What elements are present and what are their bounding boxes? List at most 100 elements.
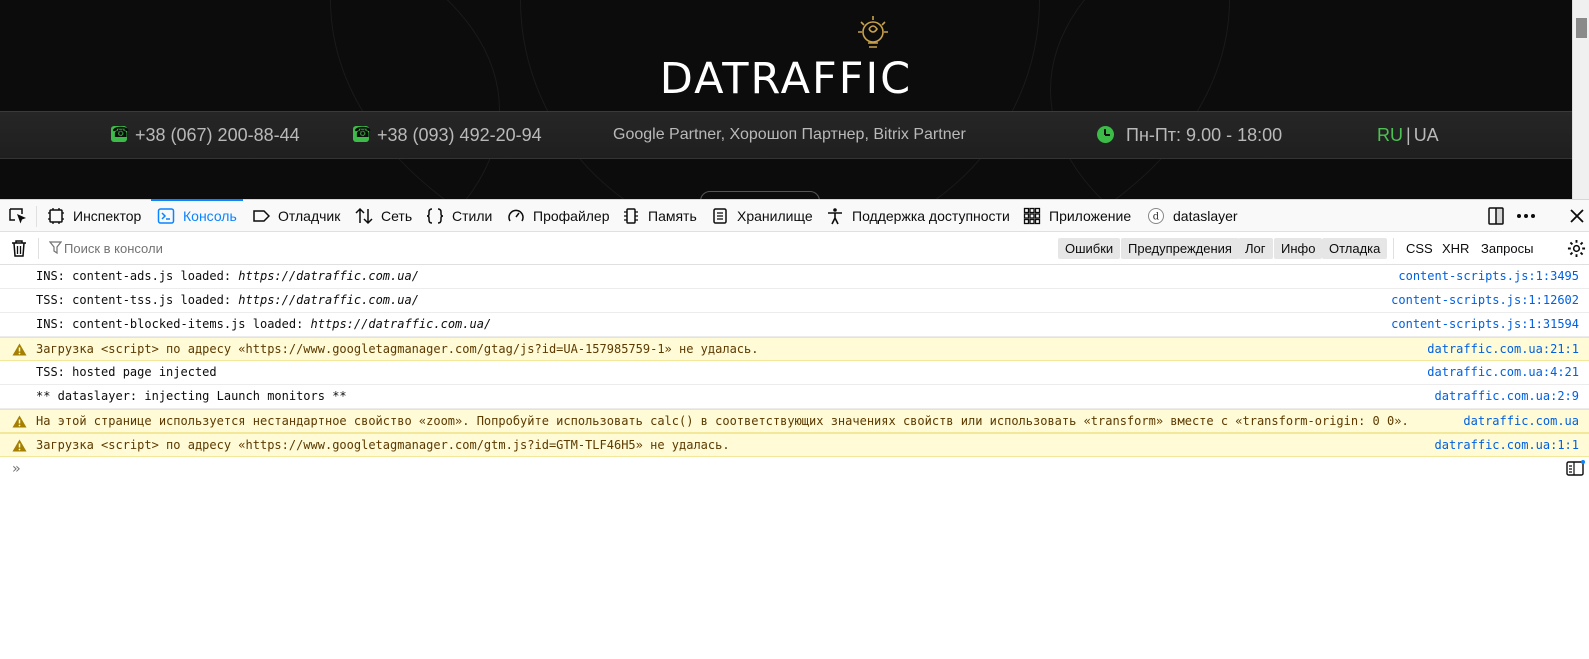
- tab-dataslayer[interactable]: d dataslayer: [1147, 200, 1238, 232]
- tab-debugger[interactable]: Отладчик: [252, 200, 340, 232]
- filter-warnings-button[interactable]: Предупреждения: [1121, 238, 1239, 259]
- phone-2[interactable]: +38 (093) 492-20-94: [353, 124, 542, 146]
- warning-text: Загрузка <script> по адресу «https://www…: [36, 438, 730, 452]
- tab-style-editor[interactable]: Стили: [426, 200, 492, 232]
- nav-pill-button[interactable]: [700, 191, 820, 199]
- tab-inspector[interactable]: Инспектор: [47, 200, 141, 232]
- console-message: TSS: hosted page injected datraffic.com.…: [0, 361, 1589, 385]
- console-search-input[interactable]: [64, 238, 464, 259]
- filter-separator: [38, 238, 39, 259]
- tab-accessibility[interactable]: Поддержка доступности: [826, 200, 1010, 232]
- tab-profiler-label: Профайлер: [533, 208, 610, 224]
- filter-debug-button[interactable]: Отладка: [1322, 238, 1388, 259]
- console-message: INS: content-blocked-items.js loaded: ht…: [0, 313, 1589, 337]
- toolbar-separator: [36, 206, 37, 227]
- tab-network-label: Сеть: [381, 208, 413, 224]
- element-picker-icon[interactable]: [8, 206, 28, 226]
- message-source-link[interactable]: datraffic.com.ua: [1463, 410, 1579, 432]
- message-source-link[interactable]: datraffic.com.ua:21:1: [1427, 338, 1579, 360]
- message-text: TSS: content-tss.js loaded: https://datr…: [36, 289, 419, 311]
- console-warning: Загрузка <script> по адресу «https://www…: [0, 433, 1589, 457]
- filter-errors-button[interactable]: Ошибки: [1058, 238, 1121, 259]
- editor-mode-toggle-icon[interactable]: [1566, 460, 1585, 477]
- close-devtools-icon[interactable]: [1567, 206, 1587, 226]
- svg-text:d: d: [1153, 212, 1160, 223]
- message-source-link[interactable]: content-scripts.js:1:3495: [1398, 265, 1579, 287]
- working-hours-text: Пн-Пт: 9.00 - 18:00: [1126, 125, 1283, 145]
- console-warning: На этой странице используется нестандарт…: [0, 409, 1589, 433]
- tab-dataslayer-label: dataslayer: [1173, 208, 1238, 224]
- memory-icon: [624, 208, 638, 224]
- message-source-link[interactable]: content-scripts.js:1:12602: [1391, 289, 1579, 311]
- filter-xhr-button[interactable]: XHR: [1435, 238, 1476, 259]
- console-settings-gear-icon[interactable]: [1567, 239, 1586, 258]
- application-icon: [1023, 207, 1041, 225]
- tab-memory-label: Память: [648, 208, 697, 224]
- console-message: TSS: content-tss.js loaded: https://datr…: [0, 289, 1589, 313]
- message-text: TSS: hosted page injected: [36, 365, 217, 379]
- language-switcher: RU | UA: [1377, 125, 1439, 146]
- tab-style-editor-label: Стили: [452, 208, 493, 224]
- warning-icon: [12, 439, 27, 452]
- accessibility-icon: [828, 208, 842, 225]
- page-scrollbar-thumb[interactable]: [1576, 18, 1587, 38]
- phone-1-text: +38 (067) 200-88-44: [135, 125, 300, 145]
- lang-separator: |: [1406, 125, 1411, 145]
- console-input-row[interactable]: »: [0, 457, 1589, 481]
- profiler-icon: [508, 209, 524, 222]
- tab-accessibility-label: Поддержка доступности: [852, 208, 1010, 224]
- console-filter-bar: Ошибки Предупреждения Лог Инфо Отладка C…: [0, 232, 1589, 265]
- console-messages: INS: content-ads.js loaded: https://datr…: [0, 265, 1589, 457]
- tab-memory[interactable]: Память: [622, 200, 697, 232]
- message-url[interactable]: https://datraffic.com.ua/: [311, 317, 492, 331]
- tab-application-label: Приложение: [1049, 208, 1132, 224]
- filter-info-button[interactable]: Инфо: [1274, 238, 1323, 259]
- debugger-icon: [253, 210, 270, 222]
- message-url[interactable]: https://datraffic.com.ua/: [238, 269, 419, 283]
- message-text: INS: content-blocked-items.js loaded: ht…: [36, 313, 491, 335]
- tab-debugger-label: Отладчик: [278, 208, 341, 224]
- contact-bar: +38 (067) 200-88-44 +38 (093) 492-20-94 …: [0, 111, 1572, 159]
- console-warning: Загрузка <script> по адресу «https://www…: [0, 337, 1589, 361]
- phone-icon: [353, 124, 371, 142]
- network-icon: [355, 207, 373, 225]
- clock-icon: [1097, 126, 1114, 143]
- tab-console[interactable]: Консоль: [151, 199, 243, 232]
- message-text: INS: content-ads.js loaded: https://datr…: [36, 265, 419, 287]
- warning-text: На этой странице используется нестандарт…: [36, 414, 1409, 428]
- phone-2-text: +38 (093) 492-20-94: [377, 125, 542, 145]
- lang-ru-link[interactable]: RU: [1377, 125, 1403, 145]
- message-source-link[interactable]: datraffic.com.ua:1:1: [1435, 434, 1580, 456]
- filter-log-button[interactable]: Лог: [1238, 238, 1273, 259]
- lightbulb-logo-icon[interactable]: [856, 14, 890, 58]
- phone-1[interactable]: +38 (067) 200-88-44: [111, 124, 300, 146]
- console-prompt-icon: »: [12, 461, 21, 477]
- site-logo-text[interactable]: DATRAFFIC: [0, 54, 1572, 104]
- message-source-link[interactable]: content-scripts.js:1:31594: [1391, 313, 1579, 335]
- filter-requests-button[interactable]: Запросы: [1474, 238, 1540, 259]
- message-body: INS: content-blocked-items.js loaded:: [36, 317, 311, 331]
- message-source-link[interactable]: datraffic.com.ua:2:9: [1435, 385, 1580, 407]
- dock-side-icon[interactable]: [1486, 206, 1506, 226]
- tab-storage[interactable]: Хранилище: [711, 200, 813, 232]
- devtools-toolbar: Инспектор Консоль Отладчик Сеть Стили Пр…: [0, 199, 1589, 232]
- filter-icon: [49, 241, 62, 255]
- clear-console-icon[interactable]: [10, 239, 28, 258]
- dataslayer-icon: d: [1148, 208, 1164, 224]
- message-body: TSS: content-tss.js loaded:: [36, 293, 239, 307]
- tab-storage-label: Хранилище: [737, 208, 813, 224]
- working-hours: Пн-Пт: 9.00 - 18:00: [1097, 125, 1282, 146]
- more-options-icon[interactable]: [1516, 206, 1536, 226]
- filter-css-button[interactable]: CSS: [1399, 238, 1440, 259]
- inspector-icon: [48, 208, 64, 224]
- filter-separator: [1393, 238, 1394, 259]
- page-scrollbar[interactable]: [1572, 0, 1589, 199]
- tab-application[interactable]: Приложение: [1023, 200, 1131, 232]
- message-url[interactable]: https://datraffic.com.ua/: [238, 293, 419, 307]
- message-source-link[interactable]: datraffic.com.ua:4:21: [1427, 361, 1579, 383]
- partners-text: Google Partner, Хорошоп Партнер, Bitrix …: [613, 126, 966, 143]
- tab-profiler[interactable]: Профайлер: [507, 200, 610, 232]
- tab-network[interactable]: Сеть: [355, 200, 412, 232]
- lang-ua-link[interactable]: UA: [1414, 125, 1439, 145]
- style-editor-icon: [426, 208, 444, 224]
